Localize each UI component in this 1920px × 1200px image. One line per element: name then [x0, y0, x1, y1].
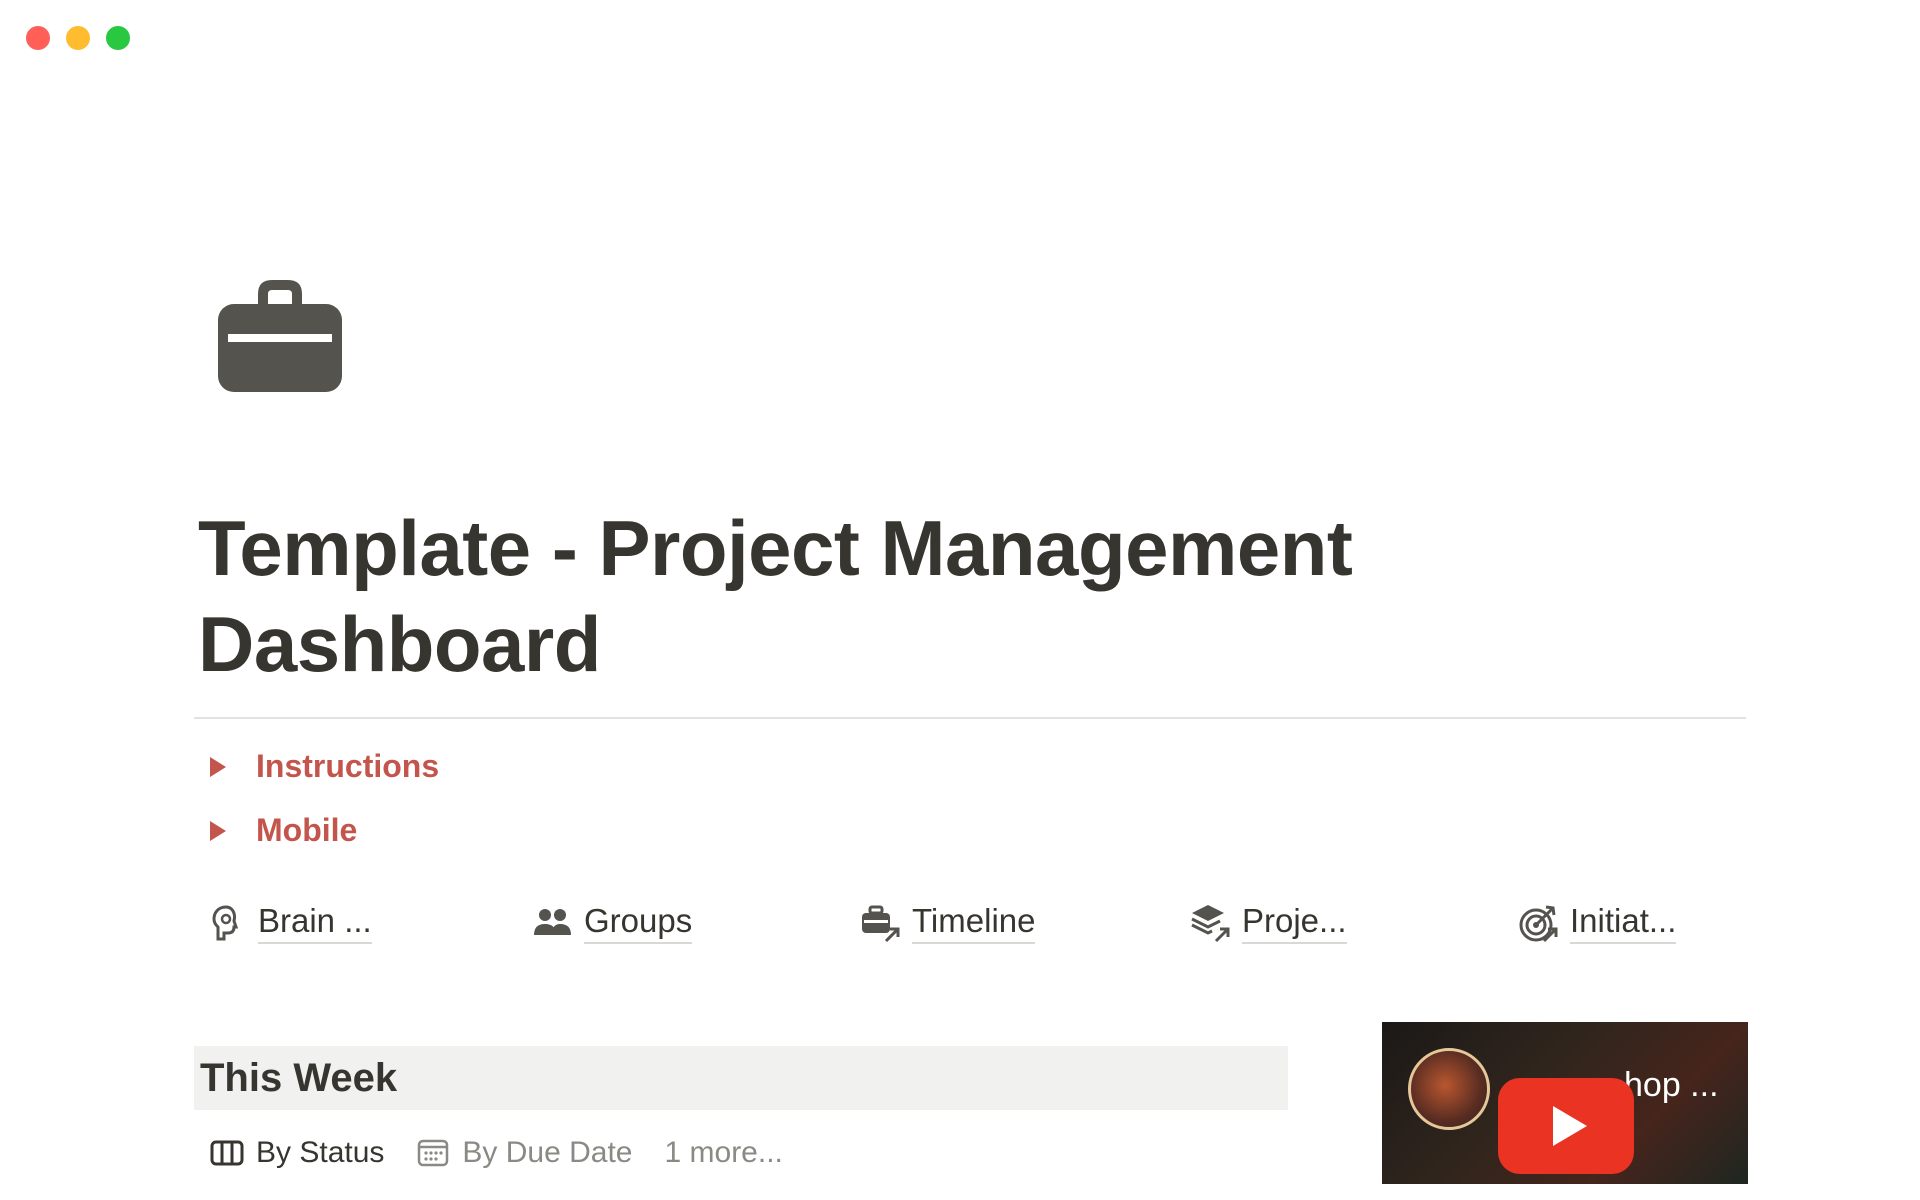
people-icon: [534, 909, 571, 935]
this-week-heading: This Week: [200, 1055, 398, 1100]
brain-icon: [212, 905, 239, 941]
channel-avatar[interactable]: [1408, 1048, 1490, 1130]
link-label: Proje...: [1242, 902, 1347, 944]
toggle-mobile[interactable]: Mobile: [210, 812, 357, 849]
close-window-button[interactable]: [26, 26, 50, 50]
link-initiatives[interactable]: Initiat...: [1518, 902, 1677, 944]
view-tab-label: By Due Date: [462, 1136, 633, 1169]
view-tab-label: By Status: [256, 1136, 385, 1169]
link-label: Timeline: [912, 902, 1036, 944]
play-triangle-icon: [1553, 1106, 1587, 1146]
divider: [194, 717, 1746, 719]
view-tab-by-status[interactable]: By Status: [210, 1136, 384, 1170]
link-timeline[interactable]: Timeline: [860, 902, 1036, 944]
board-icon: [210, 1140, 244, 1166]
window-controls: [26, 26, 130, 50]
toggle-label: Instructions: [256, 748, 440, 784]
toggle-arrow-icon[interactable]: [210, 756, 226, 777]
database-view-tabs: By Status By Due Date 1 more...: [210, 1136, 783, 1170]
video-title[interactable]: hop ...: [1624, 1066, 1719, 1105]
page-title[interactable]: Template - Project Management Dashboard: [198, 500, 1498, 692]
layers-arrow-icon: [1191, 905, 1230, 943]
link-label: Groups: [584, 902, 693, 944]
page-links-row: Brain ... Groups Timeline Proje... Initi…: [0, 902, 1920, 958]
notion-page: Template - Project Management Dashboard …: [0, 0, 1920, 1200]
calendar-icon: [418, 1139, 449, 1167]
briefcase-icon[interactable]: [218, 274, 342, 392]
youtube-video-embed[interactable]: hop ...: [1382, 1022, 1748, 1184]
briefcase-arrow-icon: [862, 905, 900, 943]
this-week-heading-block[interactable]: This Week: [194, 1046, 1288, 1110]
link-label: Brain ...: [258, 902, 372, 944]
toggle-instructions[interactable]: Instructions: [210, 748, 439, 785]
youtube-play-icon[interactable]: [1498, 1078, 1634, 1174]
link-brain[interactable]: Brain ...: [206, 902, 372, 944]
view-tab-by-due-date[interactable]: By Due Date: [416, 1136, 633, 1170]
more-views-button[interactable]: 1 more...: [665, 1136, 783, 1170]
target-arrow-icon: [1519, 905, 1558, 943]
link-label: Initiat...: [1570, 902, 1677, 944]
maximize-window-button[interactable]: [106, 26, 130, 50]
minimize-window-button[interactable]: [66, 26, 90, 50]
link-projects[interactable]: Proje...: [1190, 902, 1347, 944]
toggle-arrow-icon[interactable]: [210, 820, 226, 841]
link-groups[interactable]: Groups: [532, 902, 693, 944]
toggle-label: Mobile: [256, 812, 358, 848]
